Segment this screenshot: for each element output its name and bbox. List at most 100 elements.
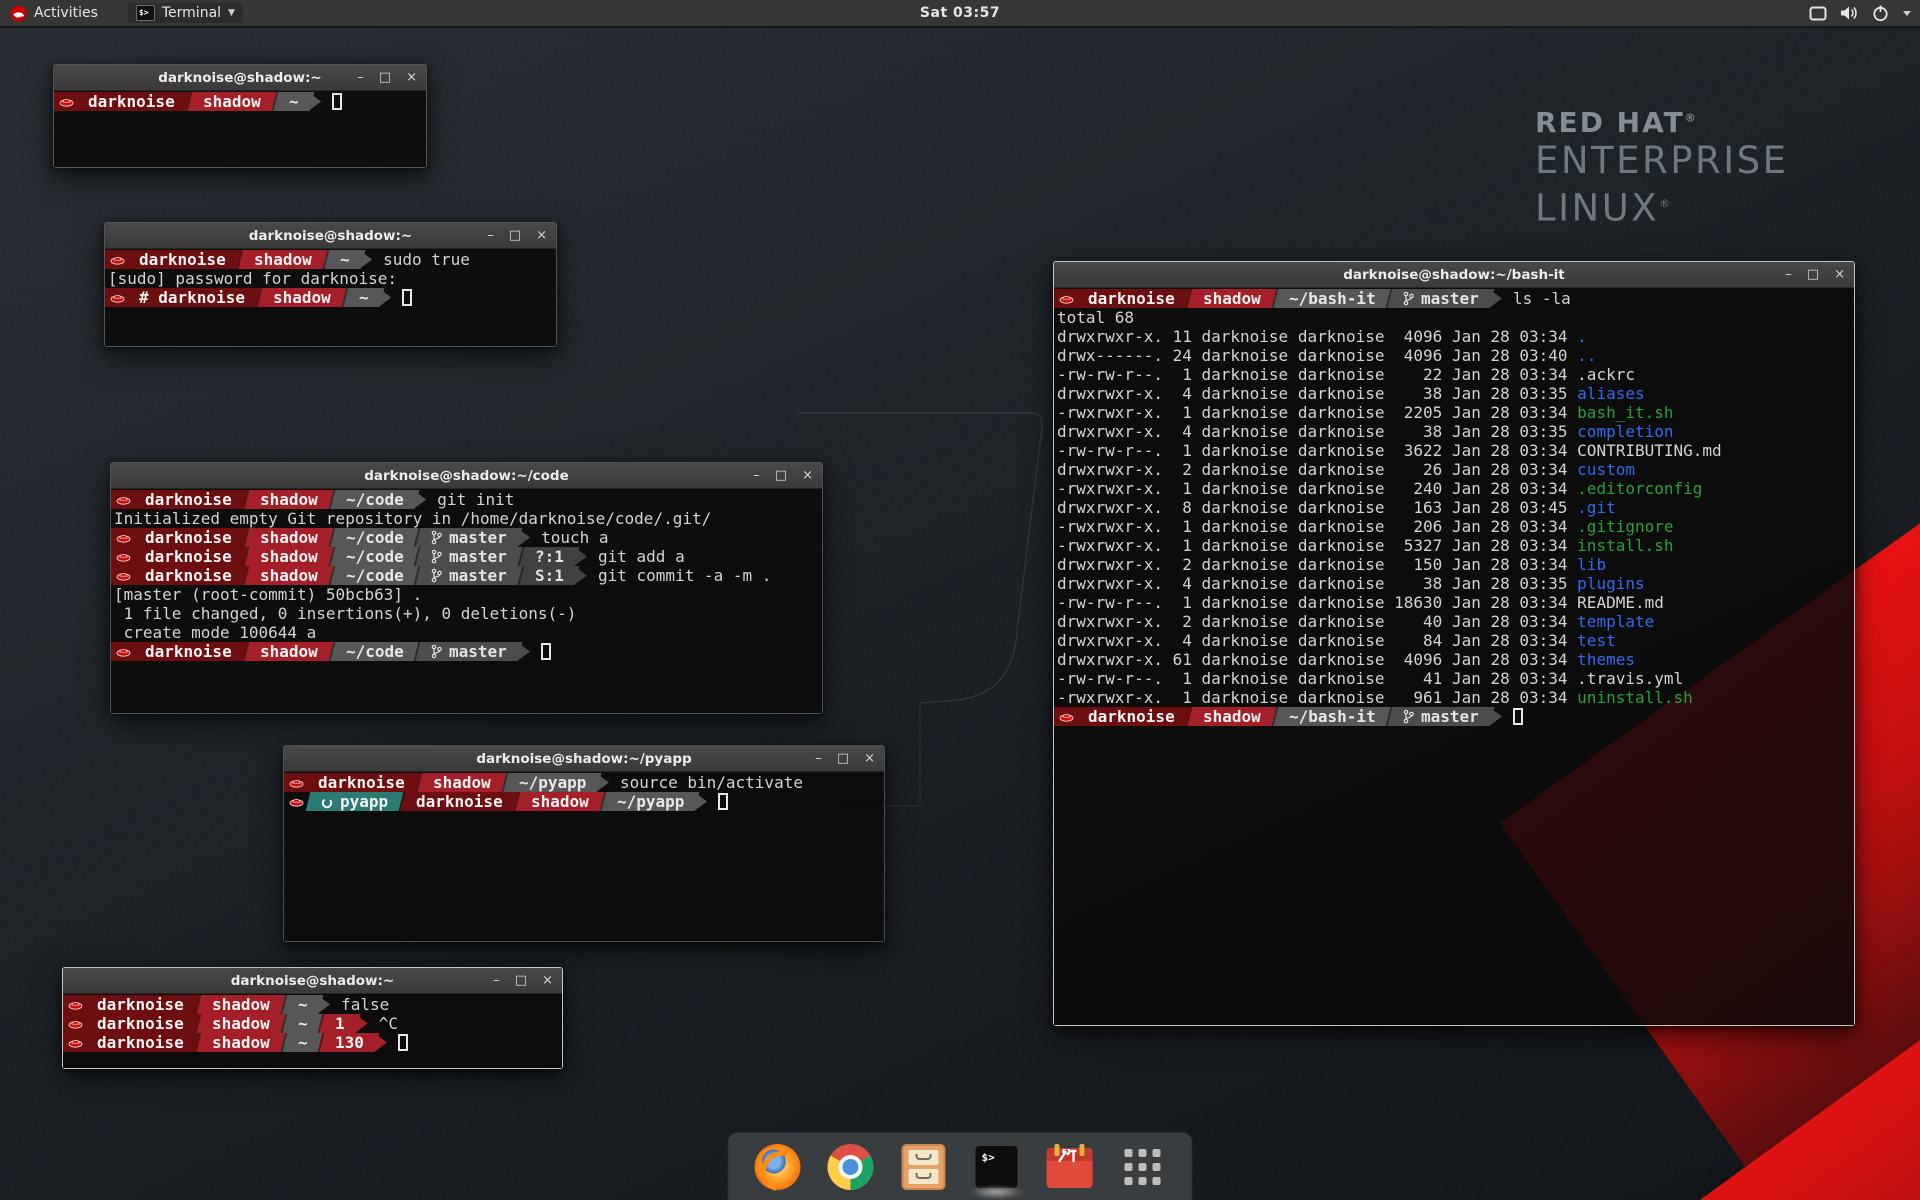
prompt-segment-git: master bbox=[1386, 289, 1495, 308]
window-titlebar[interactable]: darknoise@shadow:~ – □ × bbox=[54, 65, 426, 91]
activities-label: Activities bbox=[34, 5, 98, 21]
redhat-prompt-icon bbox=[110, 253, 125, 266]
redhat-prompt-icon bbox=[59, 95, 74, 108]
display-icon[interactable] bbox=[1809, 6, 1827, 21]
window-titlebar[interactable]: darknoise@shadow:~/pyapp–□× bbox=[284, 746, 884, 772]
window-title: darknoise@shadow:~ bbox=[231, 973, 395, 989]
window-title: darknoise@shadow:~/bash-it bbox=[1343, 267, 1565, 283]
minimize-button[interactable]: – bbox=[493, 974, 500, 987]
prompt-arrow bbox=[1489, 289, 1502, 308]
minimize-button[interactable]: – bbox=[487, 229, 494, 242]
output-line: drwxrwxr-x. 2 darknoise darknoise 26 Jan… bbox=[1054, 460, 1854, 479]
prompt-segment-host: shadow bbox=[1185, 289, 1276, 308]
command-text: false bbox=[341, 995, 389, 1014]
power-icon[interactable] bbox=[1872, 5, 1889, 22]
prompt-segment-user: darknoise bbox=[111, 642, 247, 661]
maximize-button[interactable]: □ bbox=[775, 469, 787, 482]
prompt-segment-exit: 1 bbox=[318, 1014, 360, 1033]
window-titlebar[interactable]: darknoise@shadow:~/bash-it – □ × bbox=[1054, 262, 1854, 288]
prompt-arrow bbox=[413, 490, 426, 509]
terminal-cursor bbox=[332, 93, 342, 110]
minimize-button[interactable]: – bbox=[815, 752, 822, 765]
window-title: darknoise@shadow:~ bbox=[158, 70, 322, 86]
minimize-button[interactable]: – bbox=[1785, 268, 1792, 281]
dock-chrome-icon[interactable] bbox=[828, 1144, 874, 1190]
git-branch-icon bbox=[431, 530, 442, 545]
terminal-window-sudo[interactable]: darknoise@shadow:~–□×darknoiseshadow~sud… bbox=[104, 222, 557, 347]
output-line: drwxrwxr-x. 4 darknoise darknoise 84 Jan… bbox=[1054, 631, 1854, 650]
volume-icon[interactable] bbox=[1840, 5, 1859, 21]
window-titlebar[interactable]: darknoise@shadow:~/code–□× bbox=[111, 463, 822, 489]
window-titlebar[interactable]: darknoise@shadow:~–□× bbox=[105, 223, 556, 249]
prompt-segment-host: shadow bbox=[236, 250, 327, 269]
prompt-segment-path: ~ bbox=[280, 1014, 322, 1033]
command-text: source bin/activate bbox=[620, 773, 803, 792]
terminal-window-pyapp[interactable]: darknoise@shadow:~/pyapp–□×darknoiseshad… bbox=[283, 745, 885, 942]
prompt-arrow bbox=[694, 792, 707, 811]
command-text: sudo true bbox=[383, 250, 470, 269]
close-button[interactable]: × bbox=[406, 71, 417, 84]
terminal-content[interactable]: darknoiseshadow~/pyappsource bin/activat… bbox=[284, 772, 884, 941]
dock-terminal-icon[interactable]: $> bbox=[974, 1144, 1020, 1190]
prompt-line: darknoiseshadow~/pyappsource bin/activat… bbox=[284, 773, 884, 792]
redhat-prompt-icon bbox=[116, 550, 131, 563]
terminal-content[interactable]: darknoiseshadow~/bash-itmasterls -latota… bbox=[1054, 288, 1854, 1025]
rhel-logo: RED HAT® ENTERPRISE LINUX® bbox=[1535, 106, 1789, 229]
output-line: -rw-rw-r--. 1 darknoise darknoise 18630 … bbox=[1054, 593, 1854, 612]
prompt-arrow bbox=[378, 288, 391, 307]
close-button[interactable]: × bbox=[542, 974, 553, 987]
dock: $> bbox=[728, 1132, 1193, 1200]
maximize-button[interactable]: □ bbox=[379, 71, 391, 84]
terminal-content[interactable]: darknoiseshadow~/codegit initInitialized… bbox=[111, 489, 822, 713]
output-line: -rwxrwxr-x. 1 darknoise darknoise 5327 J… bbox=[1054, 536, 1854, 555]
dock-files-icon[interactable] bbox=[901, 1144, 947, 1190]
activities-button[interactable]: Activities bbox=[10, 5, 98, 22]
dock-firefox-icon[interactable] bbox=[755, 1144, 801, 1190]
close-button[interactable]: × bbox=[864, 752, 875, 765]
prompt-segment-exit: 130 bbox=[318, 1033, 380, 1052]
terminal-window-bash-it[interactable]: darknoise@shadow:~/bash-it – □ × darknoisesh… bbox=[1053, 261, 1855, 1026]
maximize-button[interactable]: □ bbox=[509, 229, 521, 242]
prompt-segment-path: ~/pyapp bbox=[501, 773, 601, 792]
prompt-segment-user: darknoise bbox=[1054, 289, 1190, 308]
dock-toolbox-icon[interactable] bbox=[1047, 1144, 1093, 1190]
output-line: Initialized empty Git repository in /hom… bbox=[111, 509, 822, 528]
redhat-prompt-icon bbox=[116, 493, 131, 506]
terminal-window-home-1[interactable]: darknoise@shadow:~ – □ × darknoiseshadow~ bbox=[53, 64, 427, 168]
prompt-segment-git: master bbox=[414, 642, 523, 661]
git-branch-icon bbox=[1403, 709, 1414, 724]
prompt-line: darknoiseshadow~/bash-itmasterls -la bbox=[1054, 289, 1854, 308]
close-button[interactable]: × bbox=[536, 229, 547, 242]
terminal-window-exitcodes[interactable]: darknoise@shadow:~–□×darknoiseshadow~fal… bbox=[62, 967, 563, 1069]
minimize-button[interactable]: – bbox=[753, 469, 760, 482]
terminal-content[interactable]: darknoiseshadow~falsedarknoiseshadow~1^C… bbox=[63, 994, 562, 1068]
redhat-prompt-icon bbox=[289, 795, 304, 808]
maximize-button[interactable]: □ bbox=[515, 974, 527, 987]
prompt-arrow bbox=[596, 773, 609, 792]
minimize-button[interactable]: – bbox=[357, 71, 364, 84]
close-button[interactable]: × bbox=[1834, 268, 1845, 281]
window-titlebar[interactable]: darknoise@shadow:~ – □ × bbox=[63, 968, 562, 994]
terminal-content[interactable]: darknoiseshadow~sudo true[sudo] password… bbox=[105, 249, 556, 346]
redhat-prompt-icon bbox=[116, 645, 131, 658]
close-button[interactable]: × bbox=[802, 469, 813, 482]
terminal-content[interactable]: darknoiseshadow~ bbox=[54, 91, 426, 167]
chevron-down-icon[interactable] bbox=[1902, 10, 1912, 17]
prompt-line: darknoiseshadow~/codemaster bbox=[111, 642, 822, 661]
prompt-segment-host: shadow bbox=[194, 995, 285, 1014]
terminal-window-code[interactable]: darknoise@shadow:~/code–□×darknoiseshado… bbox=[110, 462, 823, 714]
redhat-prompt-icon bbox=[1059, 292, 1074, 305]
output-line: drwxrwxr-x. 2 darknoise darknoise 40 Jan… bbox=[1054, 612, 1854, 631]
prompt-segment-path: ~ bbox=[280, 1033, 322, 1052]
clock[interactable]: Sat 03:57 bbox=[920, 5, 1000, 21]
prompt-segment-path: ~/bash-it bbox=[1271, 707, 1390, 726]
prompt-line: darknoiseshadow~/codemastertouch a bbox=[111, 528, 822, 547]
prompt-segment-host: shadow bbox=[256, 288, 347, 307]
prompt-segment-path: ~/code bbox=[328, 490, 419, 509]
maximize-button[interactable]: □ bbox=[837, 752, 849, 765]
dock-app-grid-icon[interactable] bbox=[1120, 1144, 1166, 1190]
prompt-segment-user: darknoise bbox=[63, 1014, 199, 1033]
output-line: -rw-rw-r--. 1 darknoise darknoise 3622 J… bbox=[1054, 441, 1854, 460]
app-menu-terminal[interactable]: $> Terminal ▼ bbox=[128, 3, 243, 23]
maximize-button[interactable]: □ bbox=[1807, 268, 1819, 281]
